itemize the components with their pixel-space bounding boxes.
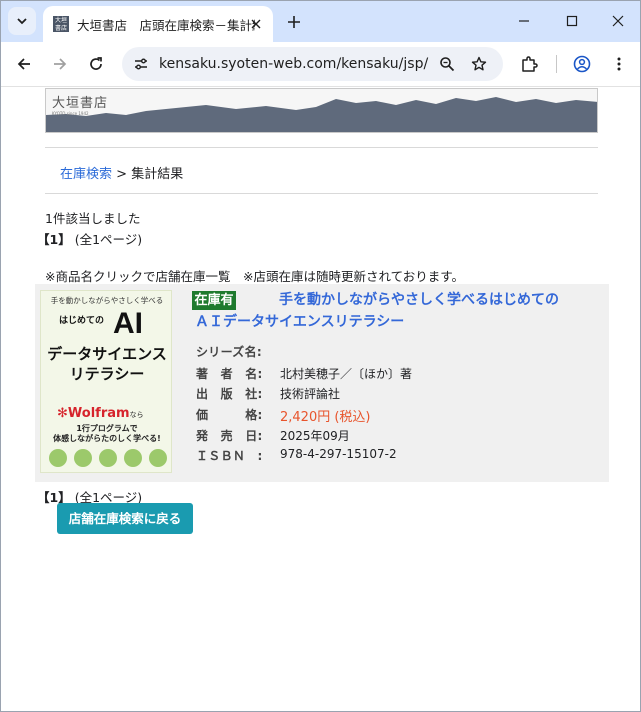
meta-label: シリーズ名: xyxy=(196,345,262,359)
browser-window: 大垣書店 大垣書店 店頭在庫検索－集計結果 xyxy=(0,0,641,712)
cover-text: AI xyxy=(113,307,143,340)
tab-title: 大垣書店 店頭在庫検索－集計結果 xyxy=(77,17,255,33)
maximize-button[interactable] xyxy=(557,7,587,35)
pager-current-page: 【1】 xyxy=(37,232,71,247)
pager-total: (全1ページ) xyxy=(74,232,143,247)
cover-text: はじめての xyxy=(59,316,105,326)
result-count: 1件該当しました xyxy=(45,211,141,226)
browser-menu-button[interactable] xyxy=(605,50,633,78)
pager-top: 【1】 (全1ページ) xyxy=(37,229,142,248)
address-bar[interactable]: kensaku.syoten-web.com/kensaku/jsp/Bo... xyxy=(122,47,503,81)
store-logo-subtitle: KYOTO since 1942 xyxy=(52,111,89,116)
book-title-line[interactable]: 手を動かしながらやさしく学べるはじめての xyxy=(279,292,559,308)
page-content: 大垣書店 KYOTO since 1942 在庫検索 > 集計結果 1件該当しま… xyxy=(1,87,640,711)
bookmark-button[interactable] xyxy=(468,53,490,75)
minimize-icon xyxy=(519,20,529,22)
close-window-button[interactable] xyxy=(603,7,633,35)
site-info-button[interactable] xyxy=(130,53,152,75)
meta-label: 発 売 日: xyxy=(196,429,263,443)
cover-text: 体感しながらたのしく学べる! xyxy=(53,434,161,443)
breadcrumb-link-stock-search[interactable]: 在庫検索 xyxy=(60,167,112,182)
close-icon xyxy=(251,19,261,29)
tab-active[interactable]: 大垣書店 大垣書店 店頭在庫検索－集計結果 xyxy=(43,6,273,42)
meta-value: 技術評論社 xyxy=(280,387,341,401)
meta-value: 2025年09月 xyxy=(280,429,350,443)
zoom-button[interactable] xyxy=(436,53,458,75)
cover-text: Wolfram xyxy=(67,406,130,421)
minimize-button[interactable] xyxy=(509,7,539,35)
browser-toolbar: kensaku.syoten-web.com/kensaku/jsp/Bo... xyxy=(1,42,640,87)
cover-text: 手を動かしながらやさしく学べる xyxy=(50,296,164,305)
cover-text: なら xyxy=(129,411,144,419)
book-title-link[interactable]: 手を動かしながらやさしく学べるはじめての ＡＩデータサイエンスリテラシー xyxy=(195,289,605,333)
cover-text: データサイエンス xyxy=(47,345,167,363)
back-to-store-search-button[interactable]: 店舗在庫検索に戻る xyxy=(57,503,193,534)
tab-strip: 大垣書店 大垣書店 店頭在庫検索－集計結果 xyxy=(1,1,640,42)
divider xyxy=(45,147,598,148)
cover-illustrations xyxy=(49,449,167,467)
profile-button[interactable] xyxy=(568,50,596,78)
zoom-icon xyxy=(440,57,455,72)
close-icon xyxy=(612,15,624,27)
url-text[interactable]: kensaku.syoten-web.com/kensaku/jsp/Bo... xyxy=(159,56,429,72)
notice-text: ※商品名クリックで店舗在庫一覧 ※店頭在庫は随時更新されております。 xyxy=(45,269,464,284)
chevron-down-icon xyxy=(17,18,27,25)
puzzle-icon xyxy=(522,56,538,72)
back-button[interactable] xyxy=(10,50,38,78)
breadcrumb: 在庫検索 > 集計結果 xyxy=(60,163,183,182)
plus-icon xyxy=(288,16,300,28)
meta-value: 北村美穂子／〔ほか〕著 xyxy=(280,367,413,381)
cover-text: リテラシー xyxy=(69,365,145,383)
result-item: 手を動かしながらやさしく学べる はじめての AI データサイエンス リテラシー … xyxy=(35,284,609,482)
favicon: 大垣 書店 xyxy=(53,16,69,32)
meta-label: 価 格: xyxy=(196,408,263,422)
meta-value: 978-4-297-15107-2 xyxy=(280,447,397,461)
tune-icon xyxy=(135,58,147,70)
breadcrumb-current: 集計結果 xyxy=(131,167,184,182)
kebab-menu-icon xyxy=(617,57,621,71)
tab-close-button[interactable] xyxy=(248,16,264,32)
cover-text: ✻Wolframなら xyxy=(57,406,144,421)
extensions-button[interactable] xyxy=(515,50,543,78)
reload-icon xyxy=(90,57,102,70)
breadcrumb-separator: > xyxy=(116,167,128,182)
mountain-banner-graphic xyxy=(46,97,597,132)
meta-label: 著 者 名: xyxy=(196,367,263,381)
toolbar-separator xyxy=(556,55,557,73)
star-icon xyxy=(471,56,487,71)
site-banner: 大垣書店 KYOTO since 1942 xyxy=(45,88,598,133)
meta-label: ＩＳＢＮ : xyxy=(196,449,263,463)
book-title-line[interactable]: ＡＩデータサイエンスリテラシー xyxy=(195,314,404,330)
meta-label: 出 版 社: xyxy=(196,387,263,401)
arrow-left-icon xyxy=(17,58,30,70)
tab-search-button[interactable] xyxy=(8,7,36,35)
price-value: 2,420円 (税込) xyxy=(280,410,371,425)
forward-button[interactable] xyxy=(46,50,74,78)
maximize-icon xyxy=(566,15,578,27)
divider xyxy=(45,193,598,194)
arrow-right-icon xyxy=(54,58,67,70)
book-cover-image[interactable]: 手を動かしながらやさしく学べる はじめての AI データサイエンス リテラシー … xyxy=(40,290,172,473)
reload-button[interactable] xyxy=(82,50,110,78)
account-icon xyxy=(573,55,591,73)
new-tab-button[interactable] xyxy=(283,11,305,33)
store-logo: 大垣書店 xyxy=(52,96,109,111)
